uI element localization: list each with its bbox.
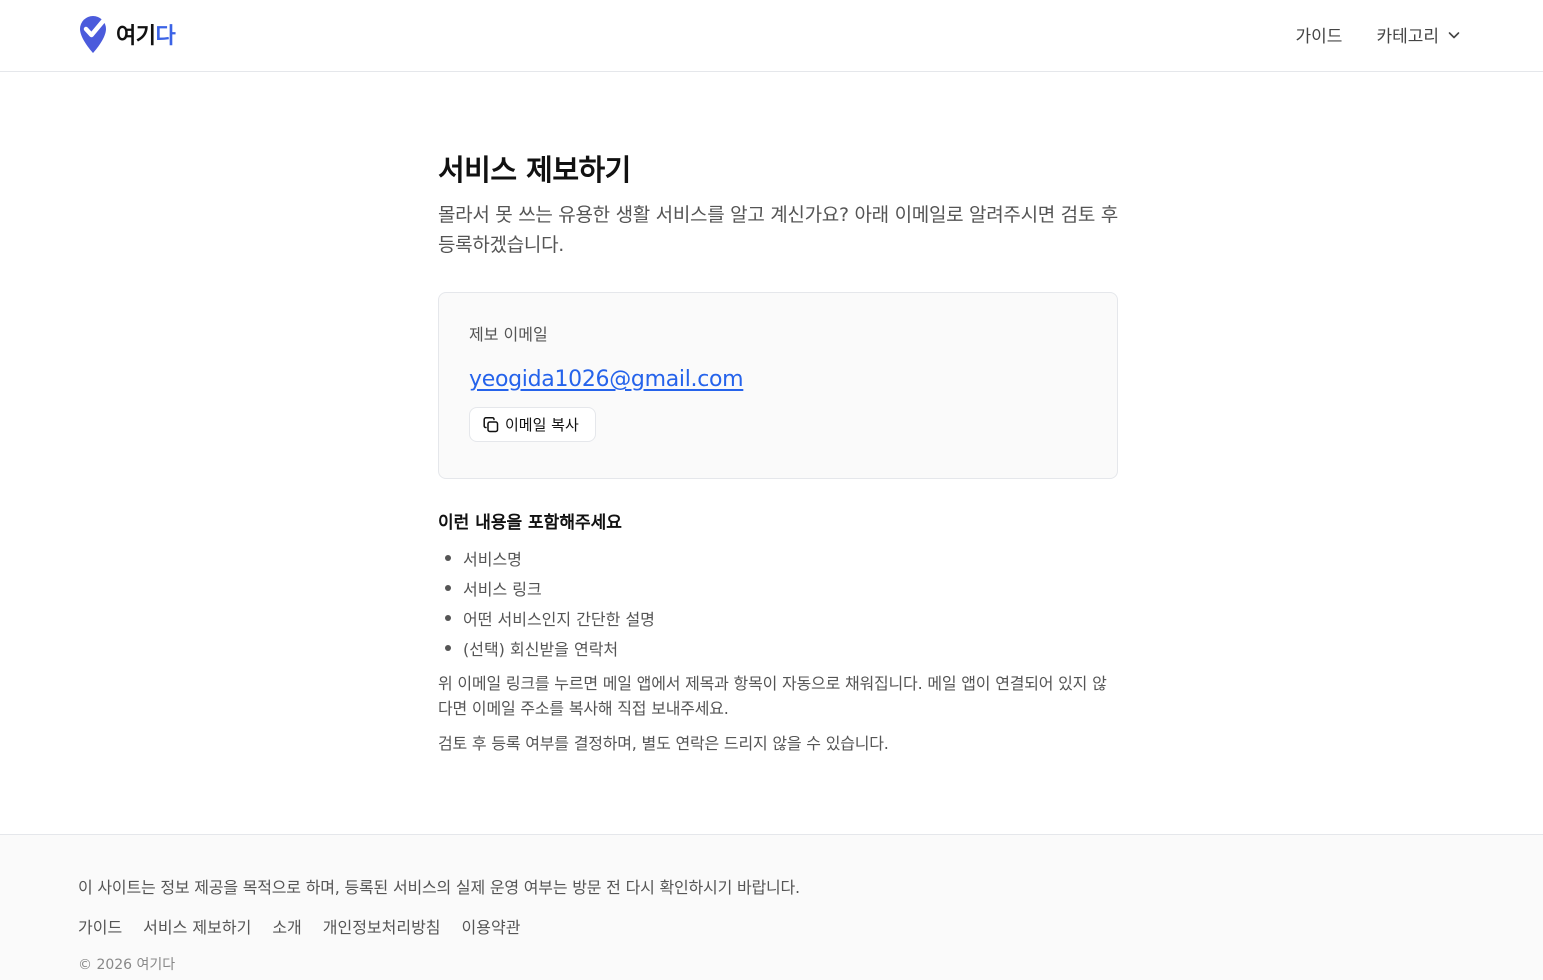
nav-category-label: 카테고리: [1376, 27, 1439, 47]
footer-link-guide[interactable]: 가이드: [78, 917, 122, 939]
report-email-link[interactable]: yeogida1026@gmail.com: [469, 365, 744, 395]
footer-copyright: © 2026 여기다: [78, 957, 176, 973]
list-item: 서비스명: [438, 543, 1118, 573]
main-nav: 가이드 카테고리: [1296, 22, 1461, 47]
location-check-icon: [80, 16, 107, 53]
footer-link-about[interactable]: 소개: [272, 917, 301, 939]
bullet-dot: [445, 615, 451, 621]
logo-text: 여기다: [116, 24, 176, 49]
site-footer: 이 사이트는 정보 제공을 목적으로 하며, 등록된 서비스의 실제 운영 여부…: [0, 834, 1543, 980]
nav-category-dropdown[interactable]: 카테고리: [1376, 22, 1461, 47]
copy-email-label: 이메일 복사: [505, 416, 579, 434]
include-heading: 이런 내용을 포함해주세요: [438, 513, 622, 533]
copy-icon: [483, 416, 499, 432]
copy-email-button[interactable]: 이메일 복사: [469, 407, 596, 442]
page-title: 서비스 제보하기: [438, 153, 631, 187]
footer-nav: 가이드 서비스 제보하기 소개 개인정보처리방침 이용약관: [78, 917, 520, 939]
footer-link-privacy[interactable]: 개인정보처리방침: [323, 917, 441, 939]
nav-guide-link[interactable]: 가이드: [1296, 22, 1343, 47]
footer-disclaimer: 이 사이트는 정보 제공을 목적으로 하며, 등록된 서비스의 실제 운영 여부…: [78, 878, 800, 897]
bullet-dot: [445, 585, 451, 591]
list-item: 어떤 서비스인지 간단한 설명: [438, 603, 1118, 633]
email-card: 제보 이메일 yeogida1026@gmail.com 이메일 복사: [438, 292, 1118, 479]
email-card-label: 제보 이메일: [469, 325, 548, 344]
site-header: 여기다 가이드 카테고리: [0, 0, 1543, 72]
site-logo[interactable]: 여기다: [78, 14, 176, 54]
footer-link-report[interactable]: 서비스 제보하기: [143, 917, 251, 939]
chevron-down-icon: [1448, 31, 1460, 38]
main-content: 서비스 제보하기 몰라서 못 쓰는 유용한 생활 서비스를 알고 계신가요? 아…: [438, 150, 1118, 756]
list-item: (선택) 회신받을 연락처: [438, 633, 1118, 663]
bullet-dot: [445, 645, 451, 651]
footer-link-terms[interactable]: 이용약관: [462, 917, 521, 939]
bullet-dot: [445, 555, 451, 561]
page-description: 몰라서 못 쓰는 유용한 생활 서비스를 알고 계신가요? 아래 이메일로 알려…: [438, 204, 1118, 256]
list-item: 서비스 링크: [438, 573, 1118, 603]
include-list: 서비스명 서비스 링크 어떤 서비스인지 간단한 설명 (선택) 회신받을 연락…: [438, 543, 1118, 663]
mail-app-note: 위 이메일 링크를 누르면 메일 앱에서 제목과 항목이 자동으로 채워집니다.…: [438, 674, 1107, 718]
review-note: 검토 후 등록 여부를 결정하며, 별도 연락은 드리지 않을 수 있습니다.: [438, 734, 889, 753]
